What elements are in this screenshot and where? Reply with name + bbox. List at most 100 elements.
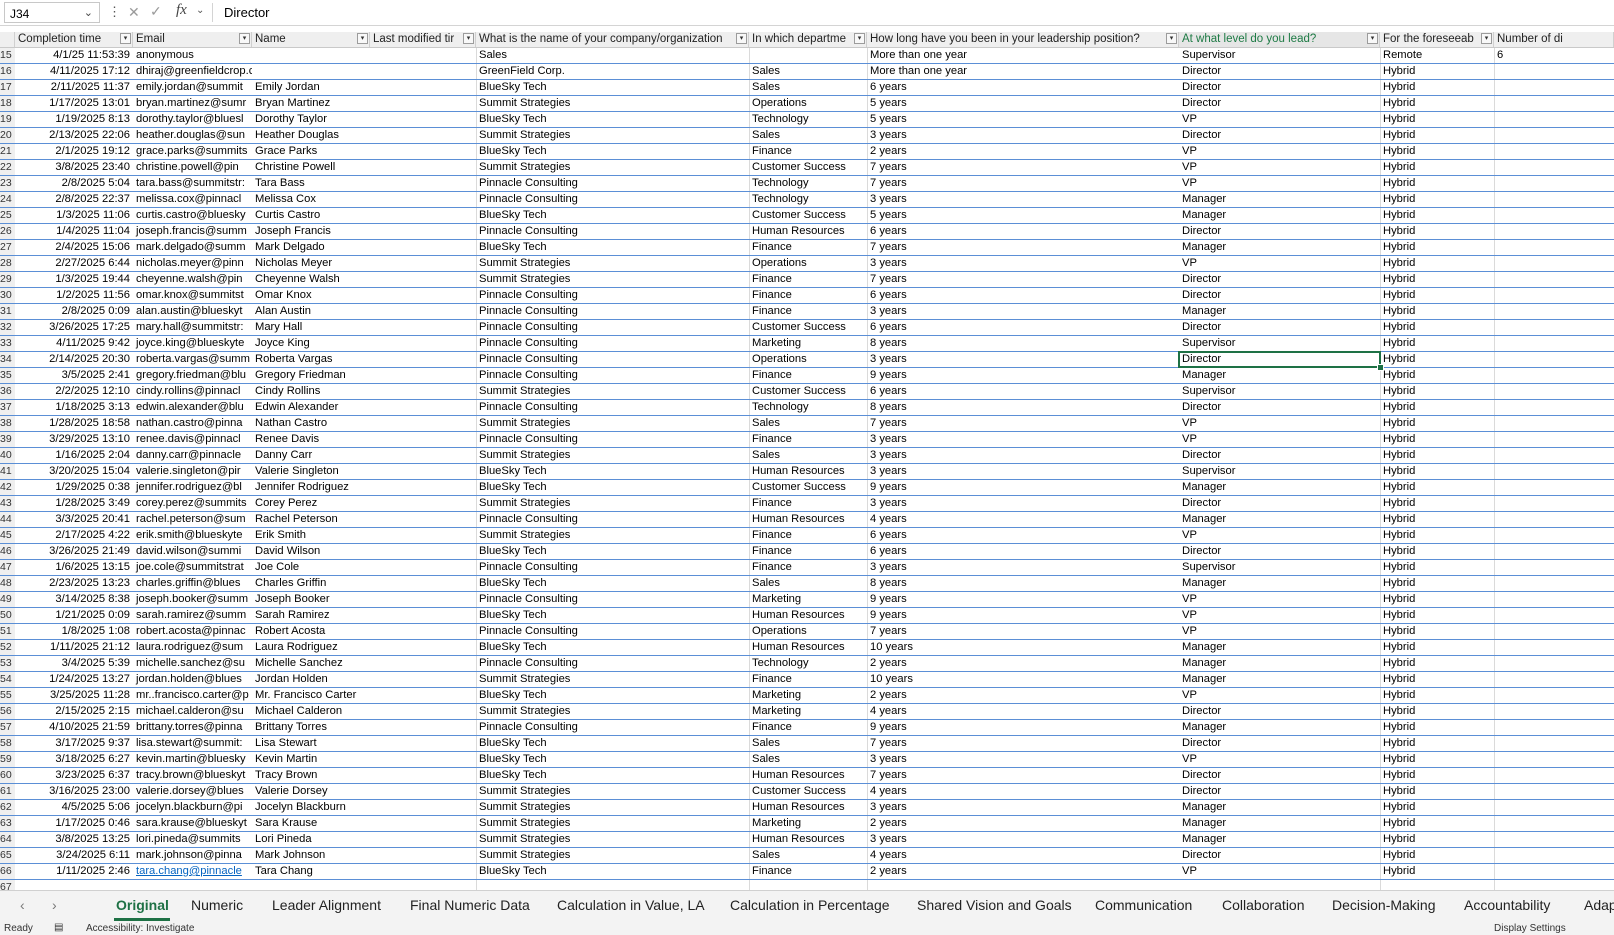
- column-header-foresee[interactable]: For the foreseeab ▾: [1380, 32, 1494, 47]
- cell-number[interactable]: [1494, 656, 1614, 671]
- cell-completion[interactable]: 3/26/2025 17:25: [15, 320, 133, 335]
- cell-level[interactable]: Director: [1179, 544, 1380, 559]
- cell-company[interactable]: BlueSky Tech: [476, 240, 749, 255]
- cell-email[interactable]: mr..francisco.carter@p: [133, 688, 252, 703]
- cell-dept[interactable]: Marketing: [749, 688, 867, 703]
- cell-company[interactable]: BlueSky Tech: [476, 864, 749, 879]
- cell-completion[interactable]: 1/28/2025 18:58: [15, 416, 133, 431]
- cell-howlong[interactable]: 3 years: [867, 448, 1179, 463]
- cell-foresee[interactable]: Hybrid: [1380, 752, 1494, 767]
- cell-lastmod[interactable]: [370, 608, 476, 623]
- cell-company[interactable]: BlueSky Tech: [476, 688, 749, 703]
- cell-number[interactable]: [1494, 496, 1614, 511]
- filter-dropdown-icon[interactable]: ▾: [120, 33, 131, 44]
- cell-foresee[interactable]: Hybrid: [1380, 592, 1494, 607]
- row-number[interactable]: 61: [0, 784, 15, 799]
- cell-foresee[interactable]: Hybrid: [1380, 384, 1494, 399]
- column-header-completion[interactable]: Completion time ▾: [15, 32, 133, 47]
- row-number[interactable]: 64: [0, 832, 15, 847]
- cell-number[interactable]: [1494, 448, 1614, 463]
- accessibility-status[interactable]: Accessibility: Investigate: [86, 923, 194, 934]
- cell-howlong[interactable]: 3 years: [867, 256, 1179, 271]
- cell-company[interactable]: Pinnacle Consulting: [476, 192, 749, 207]
- cell-foresee[interactable]: Hybrid: [1380, 736, 1494, 751]
- cell-email[interactable]: sara.krause@blueskyt: [133, 816, 252, 831]
- cell-company[interactable]: Pinnacle Consulting: [476, 592, 749, 607]
- cell-number[interactable]: [1494, 352, 1614, 367]
- cell-company[interactable]: Pinnacle Consulting: [476, 352, 749, 367]
- cell-number[interactable]: [1494, 864, 1614, 879]
- cell-howlong[interactable]: 6 years: [867, 544, 1179, 559]
- row-number[interactable]: 43: [0, 496, 15, 511]
- cell-email[interactable]: curtis.castro@bluesky: [133, 208, 252, 223]
- cell-lastmod[interactable]: [370, 592, 476, 607]
- chevron-left-icon[interactable]: ‹: [20, 897, 25, 913]
- row-number[interactable]: 31: [0, 304, 15, 319]
- row-number[interactable]: 44: [0, 512, 15, 527]
- cell-foresee[interactable]: Hybrid: [1380, 560, 1494, 575]
- cell-dept[interactable]: Sales: [749, 752, 867, 767]
- cell-name[interactable]: Danny Carr: [252, 448, 370, 463]
- cell-lastmod[interactable]: [370, 368, 476, 383]
- cell-email[interactable]: dorothy.taylor@bluesl: [133, 112, 252, 127]
- cell-number[interactable]: [1494, 432, 1614, 447]
- column-header-dept[interactable]: In which departme ▾: [749, 32, 867, 47]
- cell-howlong[interactable]: 3 years: [867, 192, 1179, 207]
- cell-dept[interactable]: Customer Success: [749, 784, 867, 799]
- cell-dept[interactable]: Human Resources: [749, 608, 867, 623]
- filter-dropdown-icon[interactable]: ▾: [736, 33, 747, 44]
- cell-lastmod[interactable]: [370, 576, 476, 591]
- cell-number[interactable]: [1494, 160, 1614, 175]
- cell-lastmod[interactable]: [370, 288, 476, 303]
- cell-company[interactable]: Summit Strategies: [476, 496, 749, 511]
- cell-company[interactable]: Summit Strategies: [476, 256, 749, 271]
- display-settings-button[interactable]: Display Settings: [1494, 923, 1566, 934]
- cell-dept[interactable]: Technology: [749, 656, 867, 671]
- cell-name[interactable]: Rachel Peterson: [252, 512, 370, 527]
- cell-completion[interactable]: 2/8/2025 22:37: [15, 192, 133, 207]
- cell-name[interactable]: Valerie Dorsey: [252, 784, 370, 799]
- cell-howlong[interactable]: 2 years: [867, 864, 1179, 879]
- cell-lastmod[interactable]: [370, 256, 476, 271]
- cell-number[interactable]: [1494, 640, 1614, 655]
- cell-howlong[interactable]: 7 years: [867, 416, 1179, 431]
- cell-foresee[interactable]: Remote: [1380, 48, 1494, 63]
- cell-company[interactable]: Pinnacle Consulting: [476, 368, 749, 383]
- cell-howlong[interactable]: 2 years: [867, 688, 1179, 703]
- cell-lastmod[interactable]: [370, 864, 476, 879]
- row-number[interactable]: 16: [0, 64, 15, 79]
- cell-lastmod[interactable]: [370, 160, 476, 175]
- cell-dept[interactable]: Human Resources: [749, 464, 867, 479]
- cell-howlong[interactable]: 6 years: [867, 288, 1179, 303]
- row-number[interactable]: 33: [0, 336, 15, 351]
- cell-name[interactable]: [252, 48, 370, 63]
- cell-name[interactable]: Corey Perez: [252, 496, 370, 511]
- cell-completion[interactable]: 1/11/2025 2:46: [15, 864, 133, 879]
- cell-company[interactable]: Summit Strategies: [476, 816, 749, 831]
- cell-completion[interactable]: 4/10/2025 21:59: [15, 720, 133, 735]
- cell-email[interactable]: cheyenne.walsh@pin: [133, 272, 252, 287]
- cell-dept[interactable]: Finance: [749, 304, 867, 319]
- cell-level[interactable]: Director: [1179, 704, 1380, 719]
- cell-level[interactable]: Director: [1179, 496, 1380, 511]
- filter-dropdown-icon[interactable]: ▾: [1367, 33, 1378, 44]
- cell-company[interactable]: BlueSky Tech: [476, 464, 749, 479]
- cell-completion[interactable]: 4/1/25 11:53:39: [15, 48, 133, 63]
- cell-email[interactable]: laura.rodriguez@sum: [133, 640, 252, 655]
- active-cell-selection[interactable]: [1178, 351, 1381, 368]
- cell-level[interactable]: Manager: [1179, 304, 1380, 319]
- cell-level[interactable]: VP: [1179, 256, 1380, 271]
- cell-lastmod[interactable]: [370, 112, 476, 127]
- cell-number[interactable]: [1494, 464, 1614, 479]
- cell-email[interactable]: grace.parks@summits: [133, 144, 252, 159]
- cell-number[interactable]: [1494, 80, 1614, 95]
- row-number[interactable]: 38: [0, 416, 15, 431]
- sheet-tab-adap[interactable]: Adap: [1584, 897, 1614, 913]
- cell-lastmod[interactable]: [370, 832, 476, 847]
- cell-foresee[interactable]: Hybrid: [1380, 80, 1494, 95]
- row-number[interactable]: 37: [0, 400, 15, 415]
- cell-email[interactable]: jocelyn.blackburn@pi: [133, 800, 252, 815]
- cell-howlong[interactable]: 7 years: [867, 736, 1179, 751]
- cell-name[interactable]: Gregory Friedman: [252, 368, 370, 383]
- cell-number[interactable]: [1494, 832, 1614, 847]
